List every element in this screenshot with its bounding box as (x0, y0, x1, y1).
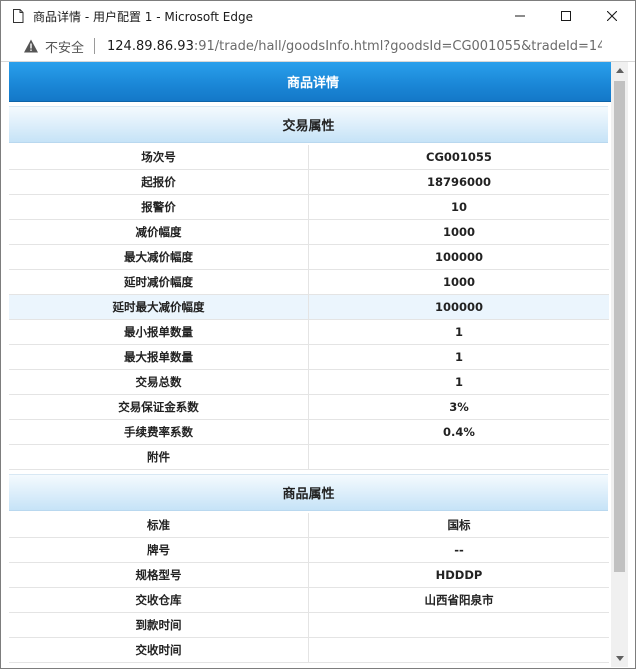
trade-section-title: 交易属性 (9, 106, 608, 143)
minimize-button[interactable] (497, 1, 543, 31)
table-row: 起报价 18796000 (9, 169, 609, 195)
title-bar[interactable]: 商品详情 - 用户配置 1 - Microsoft Edge (1, 1, 635, 31)
goods-properties-table: 标准 国标 牌号 -- 规格型号 HDDDP 交收仓库 山西省阳泉市 到款时间 交收时间 (9, 513, 609, 663)
scroll-up-button[interactable] (611, 62, 628, 79)
warning-icon[interactable] (23, 38, 39, 54)
property-label: 报警价 (9, 194, 309, 220)
property-label: 交收时间 (9, 637, 309, 663)
property-value: CG001055 (308, 145, 609, 170)
table-row: 最大减价幅度 100000 (9, 244, 609, 270)
close-icon (607, 11, 617, 21)
window-controls (497, 1, 635, 31)
property-label: 标准 (9, 513, 309, 538)
property-label: 规格型号 (9, 562, 309, 588)
table-row: 交易保证金系数 3% (9, 394, 609, 420)
property-label: 延时最大减价幅度 (9, 294, 309, 320)
property-value: HDDDP (308, 562, 609, 588)
maximize-icon (561, 11, 571, 21)
page-icon (11, 9, 25, 23)
goods-section-title: 商品属性 (9, 474, 608, 511)
property-label: 交收仓库 (9, 587, 309, 613)
property-label: 减价幅度 (9, 219, 309, 245)
address-bar[interactable]: 不安全 124.89.86.93:91/trade/hall/goodsInfo… (1, 31, 635, 62)
property-label: 最大报单数量 (9, 344, 309, 370)
property-value (308, 637, 609, 663)
trade-properties-table: 场次号 CG001055 起报价 18796000 报警价 10 减价幅度 1000 最大减价幅… (9, 145, 609, 470)
property-label: 牌号 (9, 537, 309, 563)
property-label: 延时减价幅度 (9, 269, 309, 295)
window-title: 商品详情 - 用户配置 1 - Microsoft Edge (33, 9, 253, 24)
property-label: 最小报单数量 (9, 319, 309, 345)
property-label: 交易保证金系数 (9, 394, 309, 420)
table-row: 附件 (9, 444, 609, 470)
property-label: 最大减价幅度 (9, 244, 309, 270)
property-value: 3% (308, 394, 609, 420)
table-row: 场次号 CG001055 (9, 145, 609, 170)
property-value: 1 (308, 369, 609, 395)
address-separator (94, 38, 96, 54)
table-row: 交收仓库 山西省阳泉市 (9, 587, 609, 613)
property-label: 手续费率系数 (9, 419, 309, 445)
table-row: 交易总数 1 (9, 369, 609, 395)
scroll-thumb[interactable] (614, 81, 625, 572)
property-label: 起报价 (9, 169, 309, 195)
property-label: 场次号 (9, 145, 309, 170)
property-value: -- (308, 537, 609, 563)
table-row: 牌号 -- (9, 537, 609, 563)
table-row: 延时最大减价幅度 100000 (9, 294, 609, 320)
property-value: 1 (308, 319, 609, 345)
page-viewport: 商品详情 交易属性 场次号 CG001055 起报价 18796000 报警价 10 减价幅… (8, 62, 628, 667)
table-row: 手续费率系数 0.4% (9, 419, 609, 445)
browser-window: 商品详情 - 用户配置 1 - Microsoft Edge 不安全 124.8… (0, 0, 636, 669)
table-row: 到款时间 (9, 612, 609, 638)
maximize-button[interactable] (543, 1, 589, 31)
table-row: 延时减价幅度 1000 (9, 269, 609, 295)
property-value: 国标 (308, 513, 609, 538)
vertical-scrollbar[interactable] (611, 62, 628, 667)
property-value (308, 444, 609, 470)
insecure-label[interactable]: 不安全 (45, 37, 84, 56)
property-value: 1000 (308, 269, 609, 295)
arrow-up-icon (615, 68, 624, 73)
scroll-down-button[interactable] (611, 650, 628, 667)
url-host: 124.89.86.93 (107, 38, 194, 54)
property-label: 附件 (9, 444, 309, 470)
table-row: 最小报单数量 1 (9, 319, 609, 345)
property-label: 交易总数 (9, 369, 309, 395)
property-value: 1000 (308, 219, 609, 245)
property-value: 山西省阳泉市 (308, 587, 609, 613)
minimize-icon (515, 15, 525, 17)
page-title: 商品详情 (9, 62, 617, 102)
table-row: 最大报单数量 1 (9, 344, 609, 370)
property-value: 10 (308, 194, 609, 220)
table-row: 标准 国标 (9, 513, 609, 538)
url-path: :91/trade/hall/goodsInfo.html?goodsId=CG… (193, 38, 603, 54)
arrow-down-icon (615, 656, 624, 661)
property-value: 1 (308, 344, 609, 370)
url-field[interactable]: 124.89.86.93:91/trade/hall/goodsInfo.htm… (107, 39, 602, 54)
property-value (308, 612, 609, 638)
table-row: 减价幅度 1000 (9, 219, 609, 245)
table-row: 交收时间 (9, 637, 609, 663)
table-row: 报警价 10 (9, 194, 609, 220)
property-value: 100000 (308, 294, 609, 320)
property-value: 18796000 (308, 169, 609, 195)
property-value: 0.4% (308, 419, 609, 445)
table-row: 规格型号 HDDDP (9, 562, 609, 588)
close-button[interactable] (589, 1, 635, 31)
property-value: 100000 (308, 244, 609, 270)
property-label: 到款时间 (9, 612, 309, 638)
